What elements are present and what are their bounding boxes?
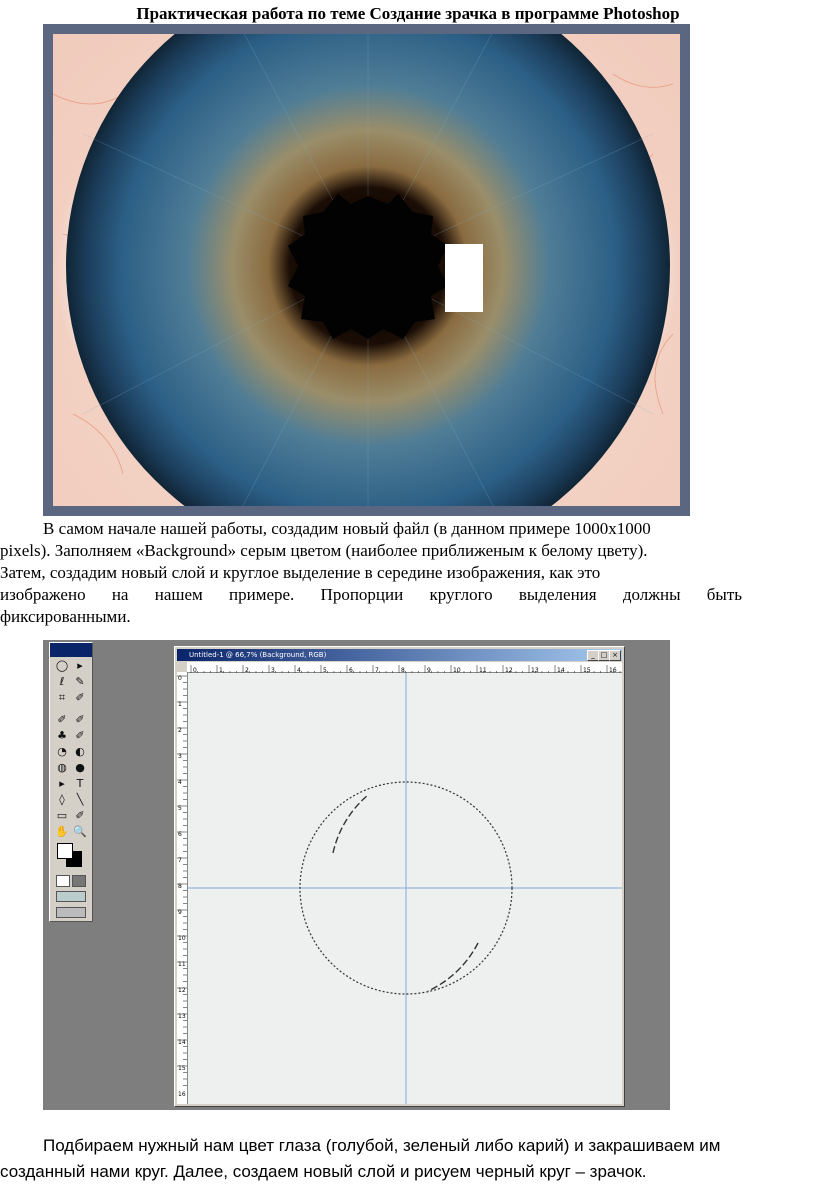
ruler-horizontal: 01234567891011121314151617	[187, 662, 643, 675]
ruler-label: 8	[178, 883, 182, 890]
lasso-icon[interactable]: ℓ	[54, 675, 70, 689]
dodge-icon[interactable]: ●	[72, 761, 88, 775]
move-tool-icon[interactable]: ▸	[72, 659, 88, 673]
paragraph-line: изображено на нашем примере. Пропорции к…	[0, 585, 743, 604]
history-brush-icon[interactable]: ✐	[72, 729, 88, 743]
ruler-label: 7	[178, 857, 182, 864]
slice-icon[interactable]: ✐	[72, 691, 88, 705]
ruler-label: 3	[178, 753, 182, 760]
path-selection-icon[interactable]: ▸	[54, 777, 70, 791]
toolbox-panel: ◯ ▸ ℓ ✎ ⌗ ✐ ✐ ✐ ♣ ✐ ◔ ◐ ◍ ● ▸ T ◊ ╲ ▭ ✐ …	[49, 642, 93, 922]
magic-wand-icon[interactable]: ✎	[72, 675, 88, 689]
ruler-vertical: 0 1 2 3 4 5 6 7 8 9 10 11 12 13 14 15 16	[177, 672, 188, 1104]
blur-icon[interactable]: ◍	[54, 761, 70, 775]
ruler-label: 1	[178, 701, 182, 708]
selection-marching-ants	[332, 794, 369, 854]
ruler-label: 0	[178, 675, 182, 682]
jump-to-imageready-icon[interactable]	[56, 907, 86, 918]
ruler-label: 4	[178, 779, 182, 786]
ruler-label: 6	[178, 831, 182, 838]
zoom-icon[interactable]: 🔍	[72, 825, 88, 839]
crop-icon[interactable]: ⌗	[54, 691, 70, 705]
iris-illustration	[53, 34, 680, 506]
clone-stamp-icon[interactable]: ♣	[54, 729, 70, 743]
eraser-icon[interactable]: ◔	[54, 745, 70, 759]
standard-mode-icon[interactable]	[56, 875, 70, 887]
eye-image-frame	[43, 24, 690, 516]
foreground-color-swatch[interactable]	[57, 843, 73, 859]
selection-marching-ants	[427, 942, 479, 992]
paragraph-intro: В самом начале нашей работы, создадим но…	[0, 518, 816, 628]
paragraph-line: Подбираем нужный нам цвет глаза (голубой…	[43, 1136, 721, 1155]
ruler-label: 5	[178, 805, 182, 812]
photoshop-screenshot: ◯ ▸ ℓ ✎ ⌗ ✐ ✐ ✐ ♣ ✐ ◔ ◐ ◍ ● ▸ T ◊ ╲ ▭ ✐ …	[43, 640, 670, 1110]
eyedropper-icon[interactable]: ✐	[72, 809, 88, 823]
document-title: Untitled-1 @ 66,7% (Background, RGB)	[189, 651, 327, 659]
ruler-vertical-ticks: 012345678910111213141516	[177, 675, 187, 1098]
healing-brush-icon[interactable]: ✐	[54, 713, 70, 727]
paragraph-line: В самом начале нашей работы, создадим но…	[43, 519, 651, 538]
ruler-label: 11	[178, 961, 186, 968]
close-button[interactable]: ×	[609, 650, 621, 661]
page-title: Практическая работа по теме Создание зра…	[136, 4, 680, 23]
paragraph-line: pixels). Заполняем «Background» серым цв…	[0, 541, 648, 560]
brush-icon[interactable]: ✐	[72, 713, 88, 727]
ruler-label: 16	[178, 1091, 186, 1098]
toolbox-header	[50, 643, 92, 657]
elliptical-marquee-icon[interactable]: ◯	[54, 659, 70, 673]
hand-icon[interactable]: ✋	[54, 825, 70, 839]
ruler-label: 13	[178, 1013, 186, 1020]
pen-icon[interactable]: ◊	[54, 793, 70, 807]
paragraph-next-step: Подбираем нужный нам цвет глаза (голубой…	[0, 1133, 816, 1185]
eye-image	[53, 34, 680, 506]
notes-icon[interactable]: ▭	[54, 809, 70, 823]
canvas-content	[188, 673, 622, 1104]
document-titlebar: Untitled-1 @ 66,7% (Background, RGB) _ □…	[177, 649, 622, 661]
ruler-label: 12	[178, 987, 186, 994]
document-canvas[interactable]	[188, 673, 622, 1104]
ruler-label: 10	[178, 935, 186, 942]
type-tool-icon[interactable]: T	[72, 777, 88, 791]
screen-mode-icon[interactable]	[56, 891, 86, 902]
paragraph-line: созданный нами круг. Далее, создаем новы…	[0, 1162, 647, 1181]
ruler-label: 15	[178, 1065, 186, 1072]
paragraph-line: фиксированными.	[0, 607, 131, 626]
ruler-label: 14	[178, 1039, 186, 1046]
line-icon[interactable]: ╲	[72, 793, 88, 807]
quick-mask-icon[interactable]	[72, 875, 86, 887]
paragraph-line: Затем, создадим новый слой и круглое выд…	[0, 563, 601, 582]
document-window: Untitled-1 @ 66,7% (Background, RGB) _ □…	[174, 646, 643, 1107]
ruler-label: 9	[178, 909, 182, 916]
ruler-label: 2	[178, 727, 182, 734]
paint-bucket-icon[interactable]: ◐	[72, 745, 88, 759]
